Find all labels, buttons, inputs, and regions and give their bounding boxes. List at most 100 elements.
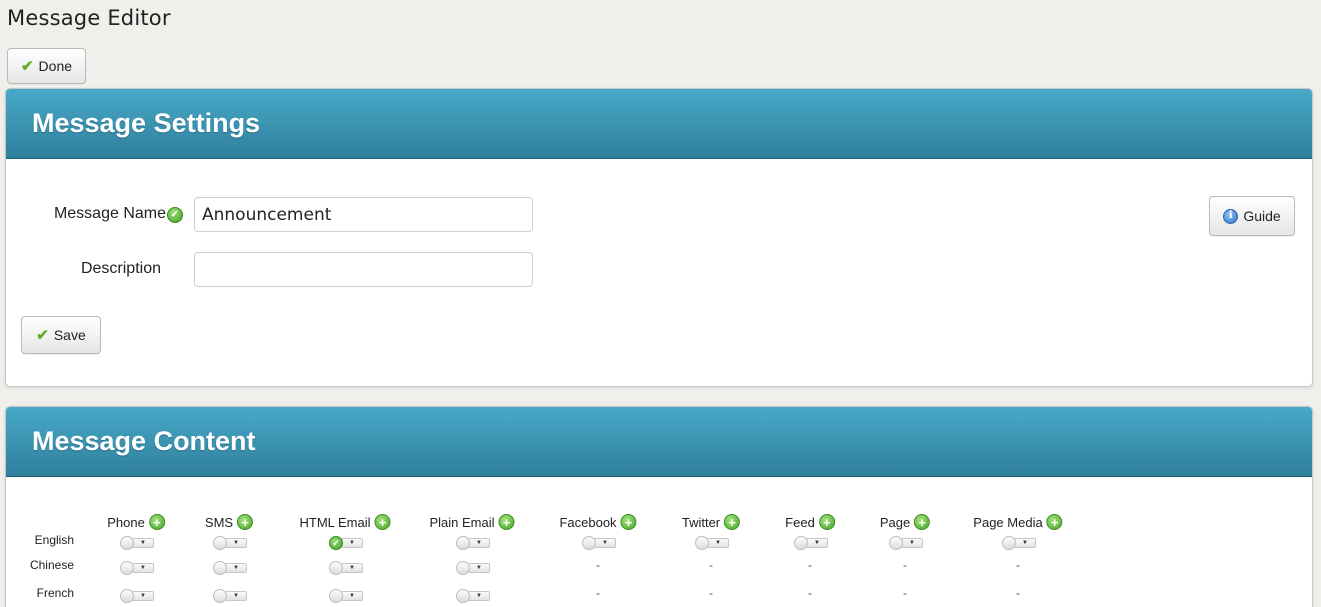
chevron-down-icon: ▼ xyxy=(341,538,363,548)
description-input[interactable] xyxy=(194,252,533,287)
column-header-page: Page + xyxy=(880,514,931,530)
column-header-page-media: Page Media + xyxy=(973,514,1063,530)
toggle-knob-icon xyxy=(213,589,227,603)
content-toggle-chinese-plain-email[interactable]: ▼ xyxy=(456,561,492,575)
toggle-knob-icon xyxy=(329,561,343,575)
chevron-down-icon: ▼ xyxy=(225,563,247,573)
toggle-knob-icon xyxy=(456,561,470,575)
content-toggle-french-plain-email[interactable]: ▼ xyxy=(456,589,492,603)
column-header-label: Twitter xyxy=(681,514,721,530)
toggle-knob-icon xyxy=(582,536,596,550)
content-toggle-english-twitter[interactable]: ▼ xyxy=(695,536,731,550)
row-label-chinese: Chinese xyxy=(29,558,74,572)
done-button[interactable]: ✔ Done xyxy=(7,48,86,84)
toggle-knob-icon xyxy=(120,561,134,575)
content-toggle-english-page-media[interactable]: ▼ xyxy=(1002,536,1038,550)
toggle-knob-icon xyxy=(1002,536,1016,550)
page-title: Message Editor xyxy=(7,6,171,30)
message-settings-title: Message Settings xyxy=(32,108,261,138)
column-header-sms: SMS + xyxy=(204,514,254,530)
message-name-input[interactable] xyxy=(194,197,533,232)
chevron-down-icon: ▼ xyxy=(1014,538,1036,548)
plus-circle-icon[interactable]: + xyxy=(818,514,835,530)
content-toggle-english-page[interactable]: ▼ xyxy=(889,536,925,550)
plus-circle-icon[interactable]: + xyxy=(498,514,515,530)
empty-cell: - xyxy=(1016,586,1020,600)
chevron-down-icon: ▼ xyxy=(594,538,616,548)
check-icon: ✔ xyxy=(36,326,49,344)
content-toggle-english-phone[interactable]: ▼ xyxy=(120,536,156,550)
content-toggle-english-html-email[interactable]: ▼ ✓ xyxy=(329,536,365,550)
chevron-down-icon: ▼ xyxy=(806,538,828,548)
empty-cell: - xyxy=(709,586,713,600)
chevron-down-icon: ▼ xyxy=(468,538,490,548)
content-toggle-english-feed[interactable]: ▼ xyxy=(794,536,830,550)
chevron-down-icon: ▼ xyxy=(341,563,363,573)
toggle-knob-icon xyxy=(329,589,343,603)
message-settings-panel: Message Settings Message Name ✓ Descript… xyxy=(5,88,1313,387)
chevron-down-icon: ▼ xyxy=(901,538,923,548)
plus-circle-icon[interactable]: + xyxy=(914,514,931,530)
check-icon: ✔ xyxy=(20,57,34,75)
empty-cell: - xyxy=(1016,558,1020,572)
toggle-knob-icon xyxy=(120,536,134,550)
column-header-plain-email: Plain Email + xyxy=(429,514,515,530)
column-header-phone: Phone + xyxy=(107,514,165,530)
toggle-knob-icon xyxy=(794,536,808,550)
content-toggle-english-sms[interactable]: ▼ xyxy=(213,536,249,550)
chevron-down-icon: ▼ xyxy=(225,538,247,548)
column-header-facebook: Facebook + xyxy=(559,514,637,530)
message-content-panel: Message Content Phone + SMS + HTML Email + Pla… xyxy=(5,406,1313,607)
toggle-knob-icon xyxy=(456,536,470,550)
content-toggle-french-phone[interactable]: ▼ xyxy=(120,589,156,603)
ok-circle-icon: ✓ xyxy=(329,536,343,550)
plus-circle-icon[interactable]: + xyxy=(724,514,741,530)
chevron-down-icon: ▼ xyxy=(132,563,154,573)
toggle-knob-icon xyxy=(695,536,709,550)
content-toggle-french-sms[interactable]: ▼ xyxy=(213,589,249,603)
row-label-english: English xyxy=(34,533,74,547)
chevron-down-icon: ▼ xyxy=(132,591,154,601)
content-toggle-chinese-html-email[interactable]: ▼ xyxy=(329,561,365,575)
chevron-down-icon: ▼ xyxy=(341,591,363,601)
plus-circle-icon[interactable]: + xyxy=(620,514,637,530)
content-toggle-chinese-phone[interactable]: ▼ xyxy=(120,561,156,575)
toggle-knob-icon xyxy=(213,536,227,550)
toggle-knob-icon xyxy=(120,589,134,603)
content-toggle-chinese-sms[interactable]: ▼ xyxy=(213,561,249,575)
content-toggle-english-facebook[interactable]: ▼ xyxy=(582,536,618,550)
plus-circle-icon[interactable]: + xyxy=(148,514,165,530)
chevron-down-icon: ▼ xyxy=(468,591,490,601)
column-header-label: Facebook xyxy=(559,514,617,530)
plus-circle-icon[interactable]: + xyxy=(237,514,254,530)
description-label: Description xyxy=(80,260,161,277)
row-label-french: French xyxy=(36,586,74,600)
toggle-knob-icon xyxy=(889,536,903,550)
column-header-label: Page Media xyxy=(973,514,1043,530)
column-header-label: Phone xyxy=(107,514,145,530)
message-content-title: Message Content xyxy=(32,426,256,456)
column-header-label: SMS xyxy=(204,514,234,530)
empty-cell: - xyxy=(596,558,600,572)
plus-circle-icon[interactable]: + xyxy=(1046,514,1063,530)
guide-button[interactable]: i Guide xyxy=(1209,196,1295,236)
guide-button-label: Guide xyxy=(1243,208,1281,224)
column-header-label: HTML Email xyxy=(299,514,371,530)
message-content-header: Message Content xyxy=(6,407,1312,477)
content-toggle-english-plain-email[interactable]: ▼ xyxy=(456,536,492,550)
save-button-label: Save xyxy=(53,327,86,343)
column-header-html-email: HTML Email + xyxy=(299,514,391,530)
empty-cell: - xyxy=(709,558,713,572)
empty-cell: - xyxy=(808,558,812,572)
empty-cell: - xyxy=(596,586,600,600)
content-toggle-french-html-email[interactable]: ▼ xyxy=(329,589,365,603)
save-button[interactable]: ✔ Save xyxy=(21,316,101,354)
message-settings-header: Message Settings xyxy=(6,89,1312,159)
column-header-label: Feed xyxy=(785,514,815,530)
info-icon: i xyxy=(1223,208,1239,224)
chevron-down-icon: ▼ xyxy=(225,591,247,601)
empty-cell: - xyxy=(903,586,907,600)
chevron-down-icon: ▼ xyxy=(707,538,729,548)
column-header-feed: Feed + xyxy=(785,514,835,530)
plus-circle-icon[interactable]: + xyxy=(374,514,391,530)
